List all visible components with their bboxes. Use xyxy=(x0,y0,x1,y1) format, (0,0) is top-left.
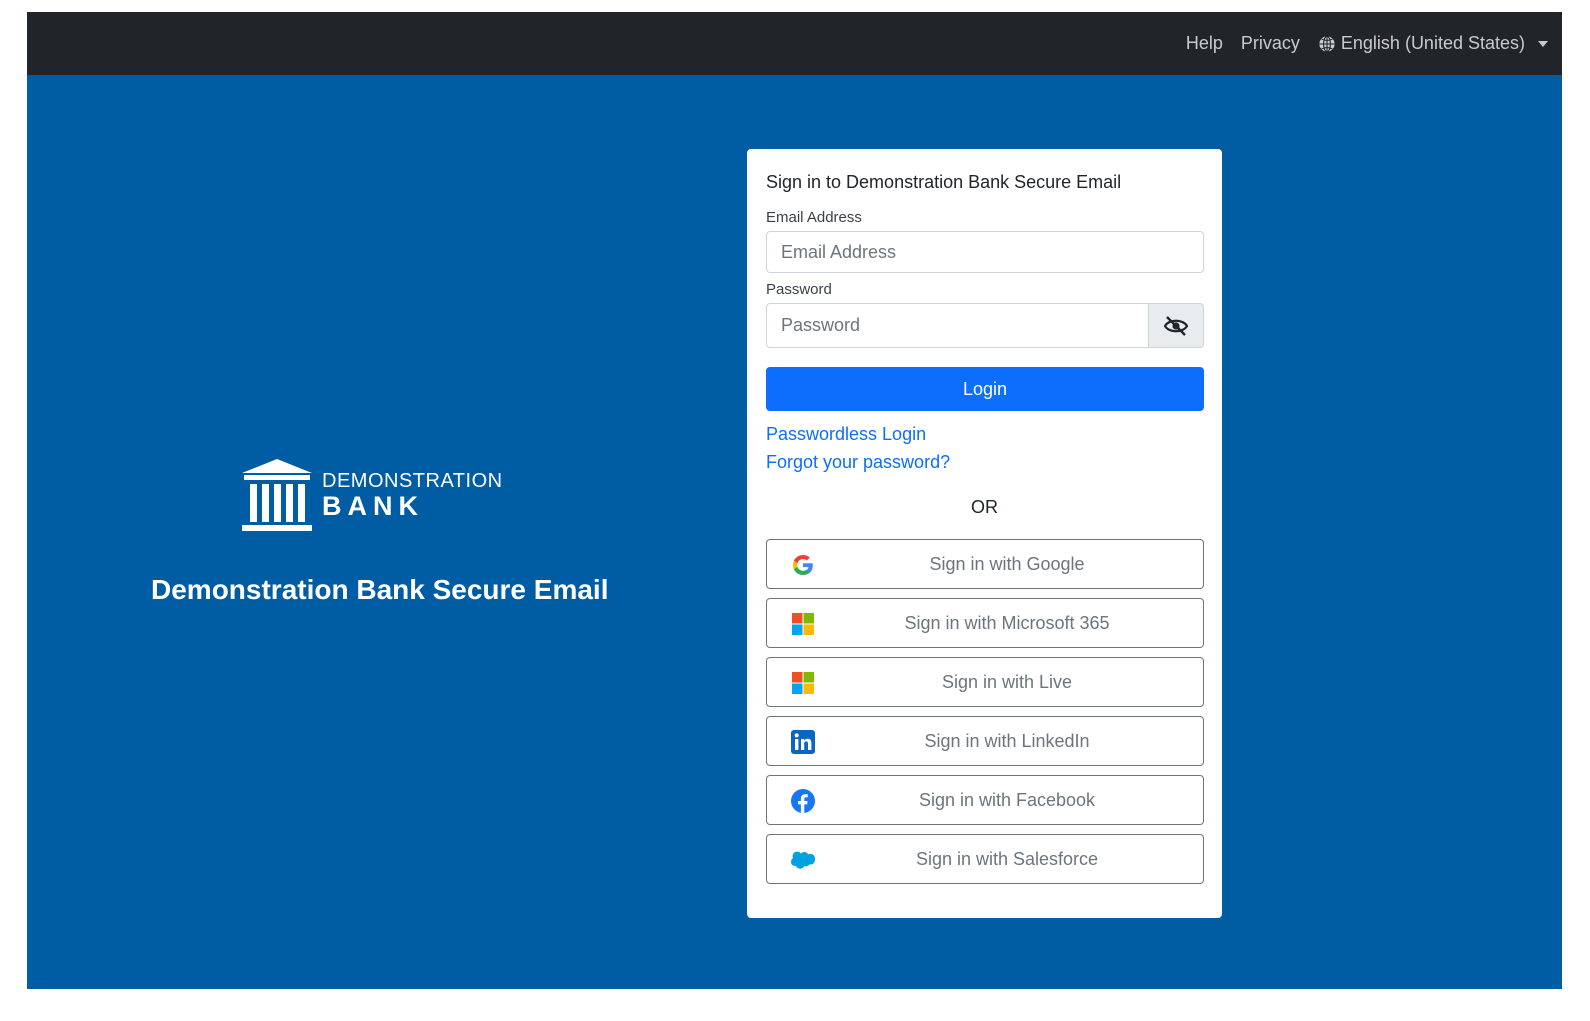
page-frame: Help Privacy English (United States) DEM… xyxy=(27,12,1562,989)
sign-in-microsoft365-label: Sign in with Microsoft 365 xyxy=(904,612,1110,633)
top-navbar: Help Privacy English (United States) xyxy=(27,12,1562,75)
sign-in-google-button[interactable]: Sign in with Google xyxy=(766,539,1204,589)
privacy-link[interactable]: Privacy xyxy=(1241,33,1300,54)
sign-in-live-label: Sign in with Live xyxy=(941,671,1073,692)
eye-slash-icon xyxy=(1163,315,1189,336)
login-button[interactable]: Login xyxy=(766,367,1204,411)
help-link[interactable]: Help xyxy=(1186,33,1223,54)
email-field[interactable]: Email Address xyxy=(766,231,1204,273)
sign-in-linkedin-label: Sign in with LinkedIn xyxy=(924,730,1090,751)
toggle-password-button[interactable] xyxy=(1149,303,1204,348)
email-label: Email Address xyxy=(766,209,862,226)
password-label: Password xyxy=(766,281,832,298)
sign-in-live-button[interactable]: Sign in with Live xyxy=(766,657,1204,707)
login-title: Sign in to Demonstration Bank Secure Ema… xyxy=(766,172,1122,192)
logo-word-bank: BANK xyxy=(322,490,424,521)
login-card: Sign in to Demonstration Bank Secure Ema… xyxy=(747,149,1222,918)
bank-logo: DEMONSTRATION BANK xyxy=(240,457,503,533)
salesforce-icon xyxy=(791,851,815,869)
password-field[interactable]: Password xyxy=(766,303,1149,348)
forgot-password-link[interactable]: Forgot your password? xyxy=(766,452,1203,473)
microsoft-icon xyxy=(792,672,814,694)
sign-in-google-label: Sign in with Google xyxy=(929,553,1085,574)
sign-in-salesforce-label: Sign in with Salesforce xyxy=(915,848,1099,869)
or-divider: OR xyxy=(971,497,998,517)
language-dropdown[interactable]: English (United States) xyxy=(1318,33,1548,54)
tagline: Demonstration Bank Secure Email xyxy=(151,574,609,605)
password-group: Password xyxy=(766,303,1204,348)
sign-in-microsoft365-button[interactable]: Sign in with Microsoft 365 xyxy=(766,598,1204,648)
google-icon xyxy=(793,555,813,575)
sign-in-facebook-label: Sign in with Facebook xyxy=(918,789,1096,810)
sign-in-salesforce-button[interactable]: Sign in with Salesforce xyxy=(766,834,1204,884)
logo-word-demonstration: DEMONSTRATION xyxy=(322,469,503,492)
sign-in-facebook-button[interactable]: Sign in with Facebook xyxy=(766,775,1204,825)
globe-icon xyxy=(1319,35,1335,52)
microsoft-icon xyxy=(792,613,814,635)
linkedin-icon xyxy=(791,730,815,754)
passwordless-login-link[interactable]: Passwordless Login xyxy=(766,424,1203,445)
facebook-icon xyxy=(791,789,815,813)
bank-building-icon xyxy=(242,459,312,531)
language-label: English (United States) xyxy=(1340,33,1525,53)
sign-in-linkedin-button[interactable]: Sign in with LinkedIn xyxy=(766,716,1204,766)
chevron-down-icon xyxy=(1538,40,1548,47)
